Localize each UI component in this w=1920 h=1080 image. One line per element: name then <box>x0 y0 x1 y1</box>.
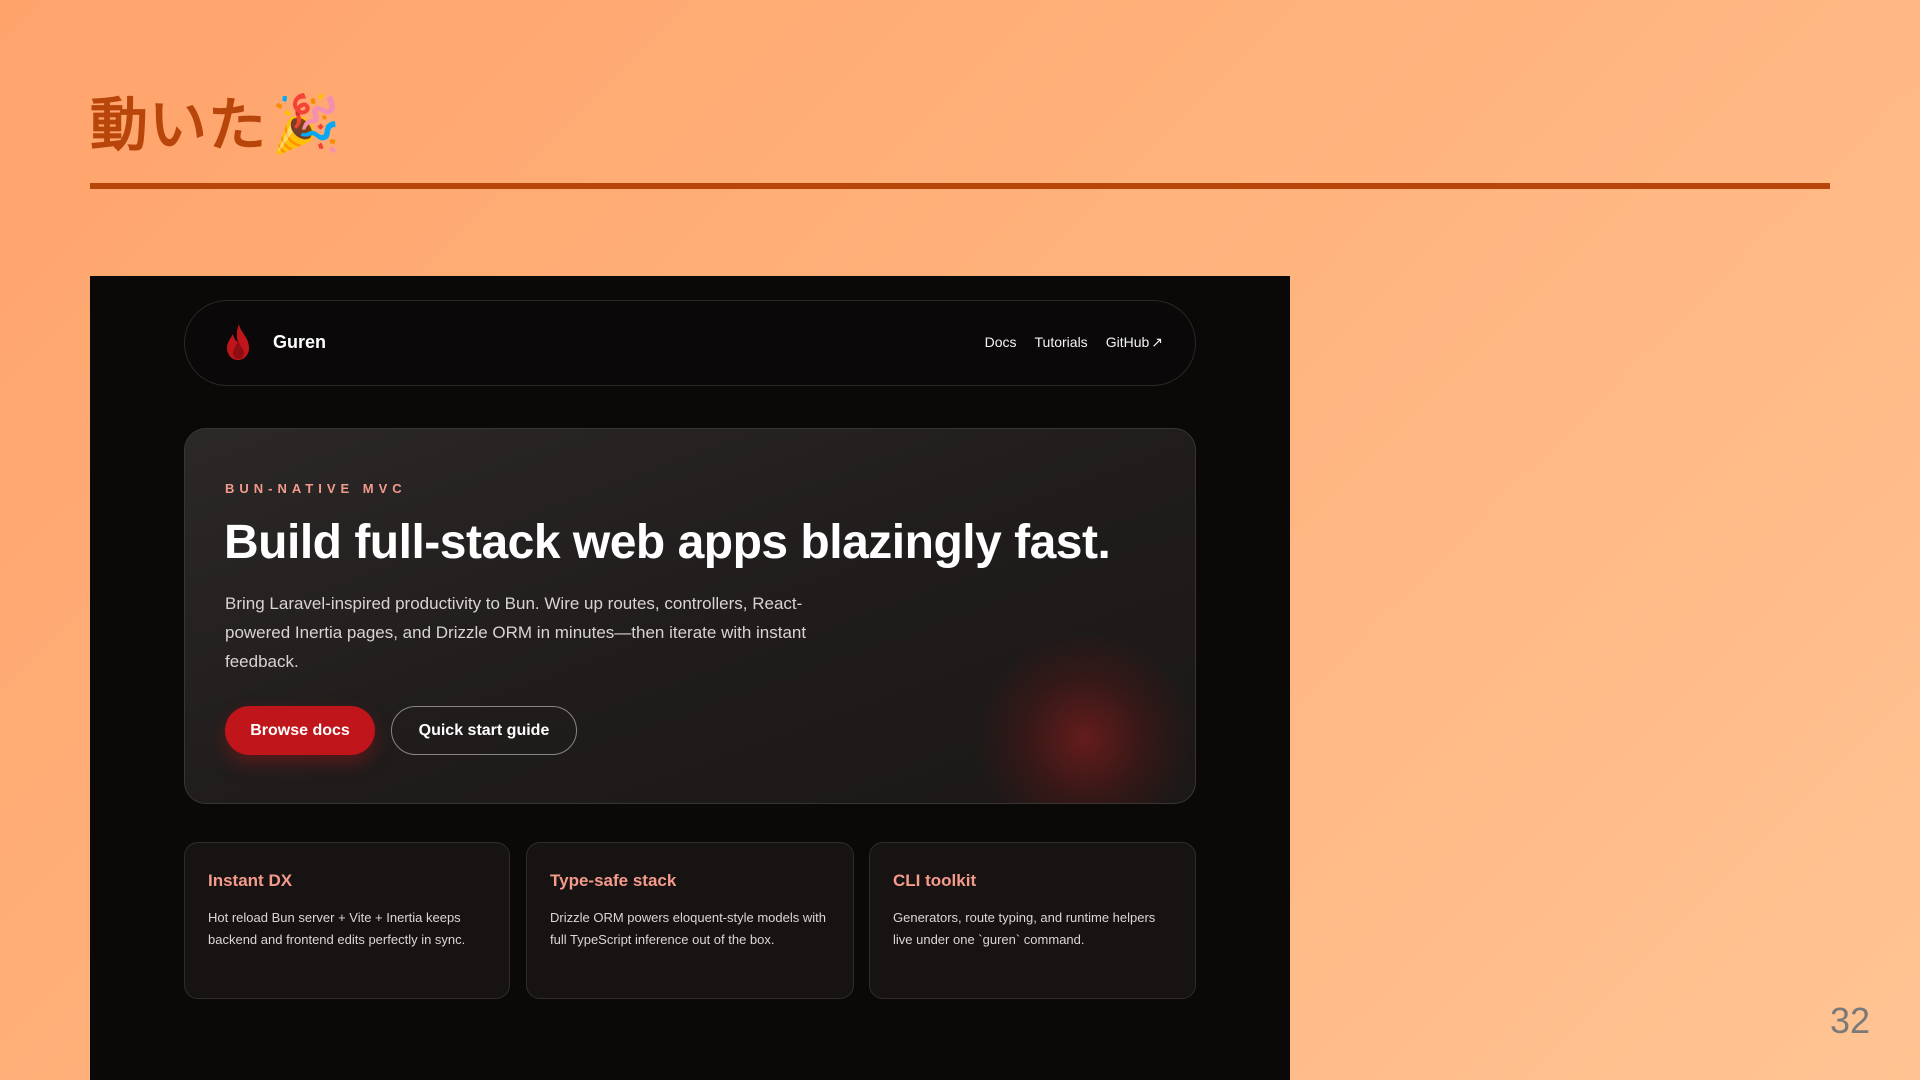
title-divider <box>90 183 1830 189</box>
navbar: Guren Docs Tutorials GitHub ↗ <box>184 300 1196 386</box>
slide-title-text: 動いた <box>90 91 268 159</box>
hero-heading: Build full-stack web apps blazingly fast… <box>224 516 1111 569</box>
page-number: 32 <box>1829 1000 1870 1041</box>
feature-description: Generators, route typing, and runtime he… <box>893 910 1156 947</box>
feature-description: Hot reload Bun server + Vite + Inertia k… <box>208 910 466 947</box>
feature-title: Type-safe stack <box>550 871 677 890</box>
feature-card-type-safe-stack: Type-safe stack Drizzle ORM powers eloqu… <box>526 842 854 999</box>
quick-start-guide-button[interactable]: Quick start guide <box>391 706 577 755</box>
brand[interactable]: Guren <box>225 323 326 361</box>
external-link-icon: ↗ <box>1151 334 1163 350</box>
feature-title: CLI toolkit <box>893 871 977 890</box>
nav-link-tutorials[interactable]: Tutorials <box>1035 334 1088 351</box>
nav-link-docs[interactable]: Docs <box>985 334 1017 351</box>
hero-glow <box>975 629 1195 803</box>
brand-name: Guren <box>273 331 327 352</box>
browse-docs-button[interactable]: Browse docs <box>225 706 375 755</box>
flame-icon <box>225 323 251 361</box>
app-screenshot: Guren Docs Tutorials GitHub ↗ BUN-NATIVE … <box>90 276 1290 1080</box>
hero-eyebrow: BUN-NATIVE MVC <box>225 481 407 496</box>
party-popper-icon: 🎉 <box>271 92 342 157</box>
feature-title: Instant DX <box>208 871 293 890</box>
nav-link-github[interactable]: GitHub ↗ <box>1106 334 1163 351</box>
nav-links: Docs Tutorials GitHub ↗ <box>985 334 1163 351</box>
hero-description: Bring Laravel-inspired productivity to B… <box>225 594 807 671</box>
feature-description: Drizzle ORM powers eloquent-style models… <box>550 910 826 947</box>
slide-title: 動いた🎉 <box>90 88 342 162</box>
feature-card-instant-dx: Instant DX Hot reload Bun server + Vite … <box>184 842 510 999</box>
hero-panel: BUN-NATIVE MVC Build full-stack web apps… <box>184 428 1196 804</box>
nav-link-github-label: GitHub <box>1105 334 1150 350</box>
feature-card-cli-toolkit: CLI toolkit Generators, route typing, an… <box>869 842 1196 999</box>
